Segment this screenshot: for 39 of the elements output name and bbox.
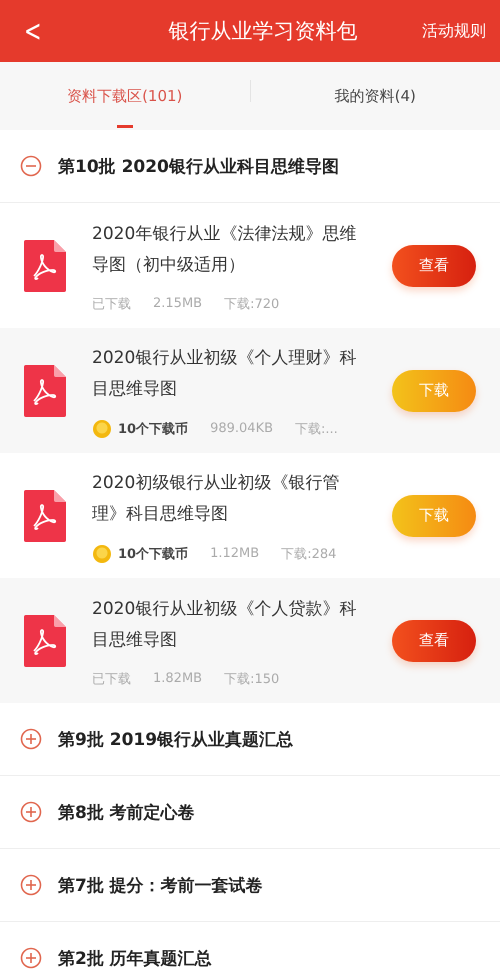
download-count: 下载:... bbox=[295, 420, 338, 438]
rules-link[interactable]: 活动规则 bbox=[422, 20, 486, 42]
download-count: 下载:284 bbox=[281, 546, 336, 562]
pdf-file-icon bbox=[24, 240, 66, 292]
back-button[interactable]: < bbox=[24, 14, 52, 48]
pdf-file-icon bbox=[24, 490, 66, 542]
download-status: 已下载 bbox=[92, 296, 131, 312]
coin-price: 10个下载币 bbox=[118, 420, 188, 438]
file-title: 2020银行从业初级《个人贷款》科目思维导图 bbox=[92, 598, 358, 652]
coin-icon bbox=[92, 418, 112, 438]
expand-icon[interactable] bbox=[20, 728, 42, 750]
file-size: 989.04KB bbox=[210, 421, 274, 436]
coin-price: 10个下载币 bbox=[118, 546, 188, 562]
view-button[interactable]: 查看 bbox=[392, 244, 476, 286]
view-button[interactable]: 查看 bbox=[392, 620, 476, 662]
file-size: 1.12MB bbox=[210, 546, 260, 561]
tab[interactable]: 我的资料(4) bbox=[250, 62, 500, 130]
download-status: 已下载 bbox=[92, 670, 131, 688]
collapse-icon[interactable] bbox=[20, 155, 42, 177]
group-title: 第7批 提分：考前一套试卷 bbox=[58, 874, 263, 896]
expand-icon[interactable] bbox=[20, 874, 42, 896]
tab[interactable]: 资料下载区(101) bbox=[0, 62, 250, 130]
file-size: 2.15MB bbox=[153, 296, 202, 311]
file-size: 1.82MB bbox=[153, 671, 202, 686]
file-title: 2020初级银行从业初级《银行管理》科目思维导图 bbox=[92, 472, 340, 526]
pdf-file-icon bbox=[24, 614, 66, 666]
file-title: 2020年银行从业《法律法规》思维导图（初中级适用） bbox=[92, 222, 358, 276]
group-title: 第9批 2019银行从业真题汇总 bbox=[58, 728, 294, 750]
page-title: 银行从业学习资料包 bbox=[168, 18, 358, 45]
expand-icon[interactable] bbox=[20, 947, 42, 969]
expand-icon[interactable] bbox=[20, 801, 42, 823]
coin-icon bbox=[92, 544, 112, 564]
download-count: 下载:150 bbox=[224, 670, 280, 688]
group-title: 第8批 考前定心卷 bbox=[58, 802, 195, 824]
file-title: 2020银行从业初级《个人理财》科目思维导图 bbox=[92, 346, 358, 400]
group-title: 第2批 历年真题汇总 bbox=[58, 948, 212, 970]
group-title: 第10批 2020银行从业科目思维导图 bbox=[58, 156, 339, 178]
download-count: 下载:720 bbox=[224, 296, 280, 312]
pdf-file-icon bbox=[24, 364, 66, 416]
